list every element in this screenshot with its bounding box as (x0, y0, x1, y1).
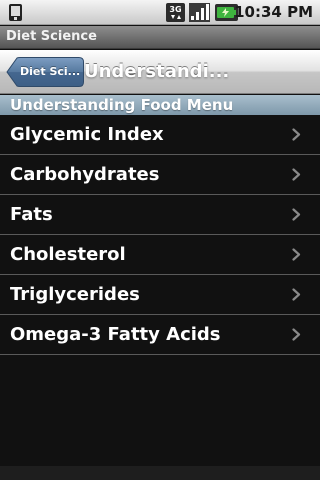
menu-list: Glycemic Index Carbohydrates Fats Choles… (0, 115, 320, 466)
list-item-cholesterol[interactable]: Cholesterol (0, 235, 320, 275)
list-item-omega-3-fatty-acids[interactable]: Omega-3 Fatty Acids (0, 315, 320, 355)
3g-data-icon: 3G (166, 3, 185, 22)
list-item-label: Omega-3 Fatty Acids (10, 324, 221, 345)
chevron-right-icon (292, 168, 301, 181)
list-item-label: Triglycerides (10, 284, 140, 305)
svg-text:3G: 3G (169, 5, 181, 14)
chevron-right-icon (292, 328, 301, 341)
navigation-bar: Diet Sci... Understandi... (0, 50, 320, 94)
bottom-bar (0, 466, 320, 480)
clock: 10:34 PM (234, 3, 313, 21)
chevron-right-icon (292, 208, 301, 221)
list-item-label: Fats (10, 204, 53, 225)
list-item-triglycerides[interactable]: Triglycerides (0, 275, 320, 315)
app-title-bar: Diet Science (0, 26, 320, 49)
list-item-fats[interactable]: Fats (0, 195, 320, 235)
list-item-carbohydrates[interactable]: Carbohydrates (0, 155, 320, 195)
notification-icon[interactable] (8, 3, 23, 22)
screen: 3G 10:34 PM Diet Science Diet Sci... Und… (0, 0, 320, 480)
section-header-title: Understanding Food Menu (10, 96, 234, 114)
chevron-right-icon (292, 248, 301, 261)
list-item-glycemic-index[interactable]: Glycemic Index (0, 115, 320, 155)
list-item-label: Carbohydrates (10, 164, 160, 185)
back-button[interactable]: Diet Sci... (6, 57, 84, 87)
chevron-right-icon (292, 128, 301, 141)
section-header: Understanding Food Menu (0, 95, 320, 115)
list-item-label: Glycemic Index (10, 124, 164, 145)
app-title: Diet Science (6, 29, 97, 44)
page-title: Understandi... (84, 61, 230, 82)
list-item-label: Cholesterol (10, 244, 126, 265)
chevron-right-icon (292, 288, 301, 301)
signal-strength-icon (189, 3, 210, 22)
back-button-label: Diet Sci... (20, 65, 81, 78)
status-bar: 3G 10:34 PM (0, 0, 320, 25)
